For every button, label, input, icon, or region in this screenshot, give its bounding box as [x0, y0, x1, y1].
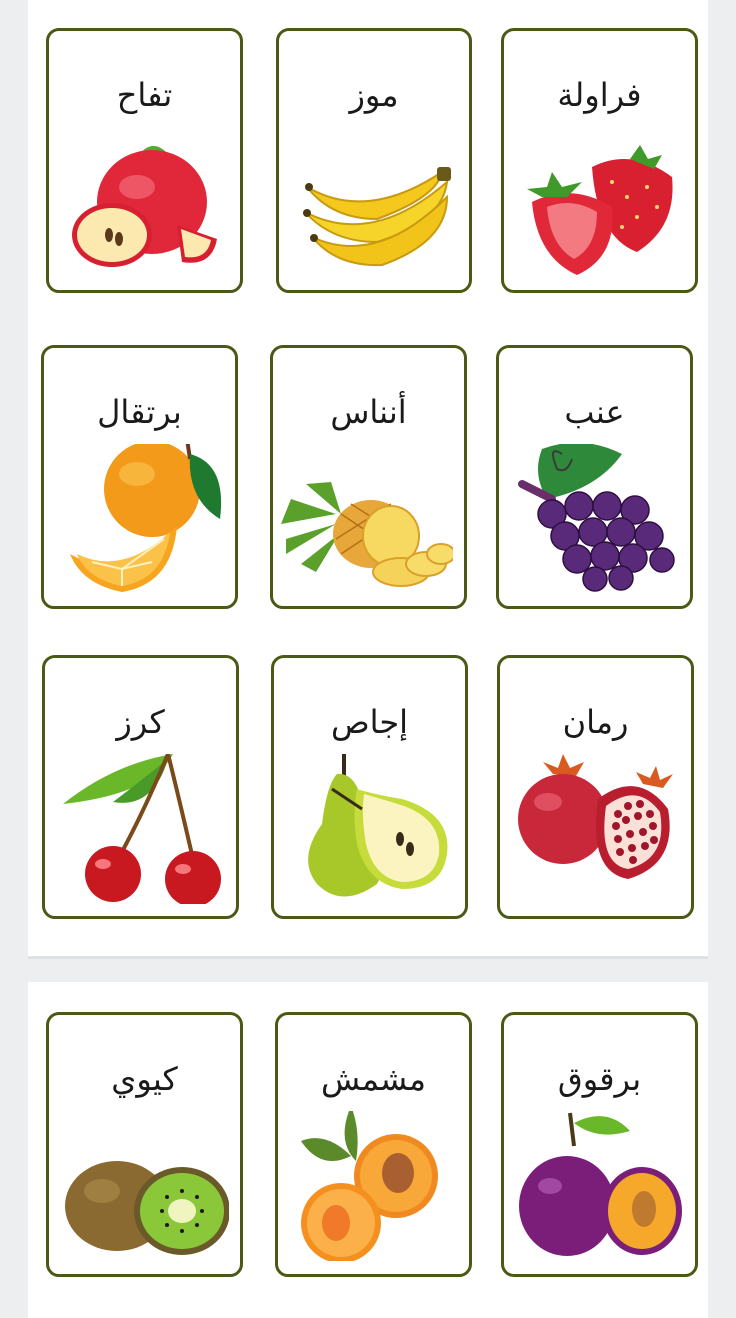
fruit-card-strawberry: فراولة [501, 28, 698, 293]
fruit-label: إجاص [330, 703, 409, 741]
sheet-divider [28, 956, 708, 959]
banana-icon [287, 127, 459, 277]
fruit-card-apricot: مشمش [275, 1012, 472, 1277]
fruit-card-pear: إجاص [271, 655, 468, 919]
pineapple-icon [281, 444, 453, 594]
fruit-label: كيوي [111, 1060, 178, 1098]
fruit-label: تفاح [116, 76, 173, 114]
fruit-card-plum: برقوق [501, 1012, 698, 1277]
fruit-label: برقوق [557, 1060, 642, 1098]
grapes-icon [507, 444, 679, 594]
pear-icon [282, 754, 454, 904]
strawberry-icon [512, 127, 684, 277]
fruit-card-kiwi: كيوي [46, 1012, 243, 1277]
fruit-card-banana: موز [276, 28, 472, 293]
cherry-icon [53, 754, 225, 904]
fruit-card-pomegranate: رمان [497, 655, 694, 919]
kiwi-icon [57, 1111, 229, 1261]
orange-icon [52, 444, 224, 594]
fruit-label: موز [349, 76, 399, 114]
fruit-label: مشمش [321, 1060, 426, 1098]
fruit-card-cherry: كرز [42, 655, 239, 919]
fruit-label: كرز [116, 703, 165, 741]
plum-icon [512, 1111, 684, 1261]
fruit-card-apple: تفاح [46, 28, 243, 293]
fruit-label: برتقال [97, 393, 182, 431]
fruit-card-grapes: عنب [496, 345, 693, 609]
fruit-label: رمان [562, 703, 629, 741]
fruit-card-orange: برتقال [41, 345, 238, 609]
fruit-label: فراولة [557, 76, 642, 114]
pomegranate-icon [508, 754, 680, 904]
fruit-label: أنناس [330, 393, 407, 431]
apple-icon [57, 127, 229, 277]
fruit-card-pineapple: أنناس [270, 345, 467, 609]
fruit-label: عنب [564, 393, 625, 431]
apricot-icon [286, 1111, 458, 1261]
